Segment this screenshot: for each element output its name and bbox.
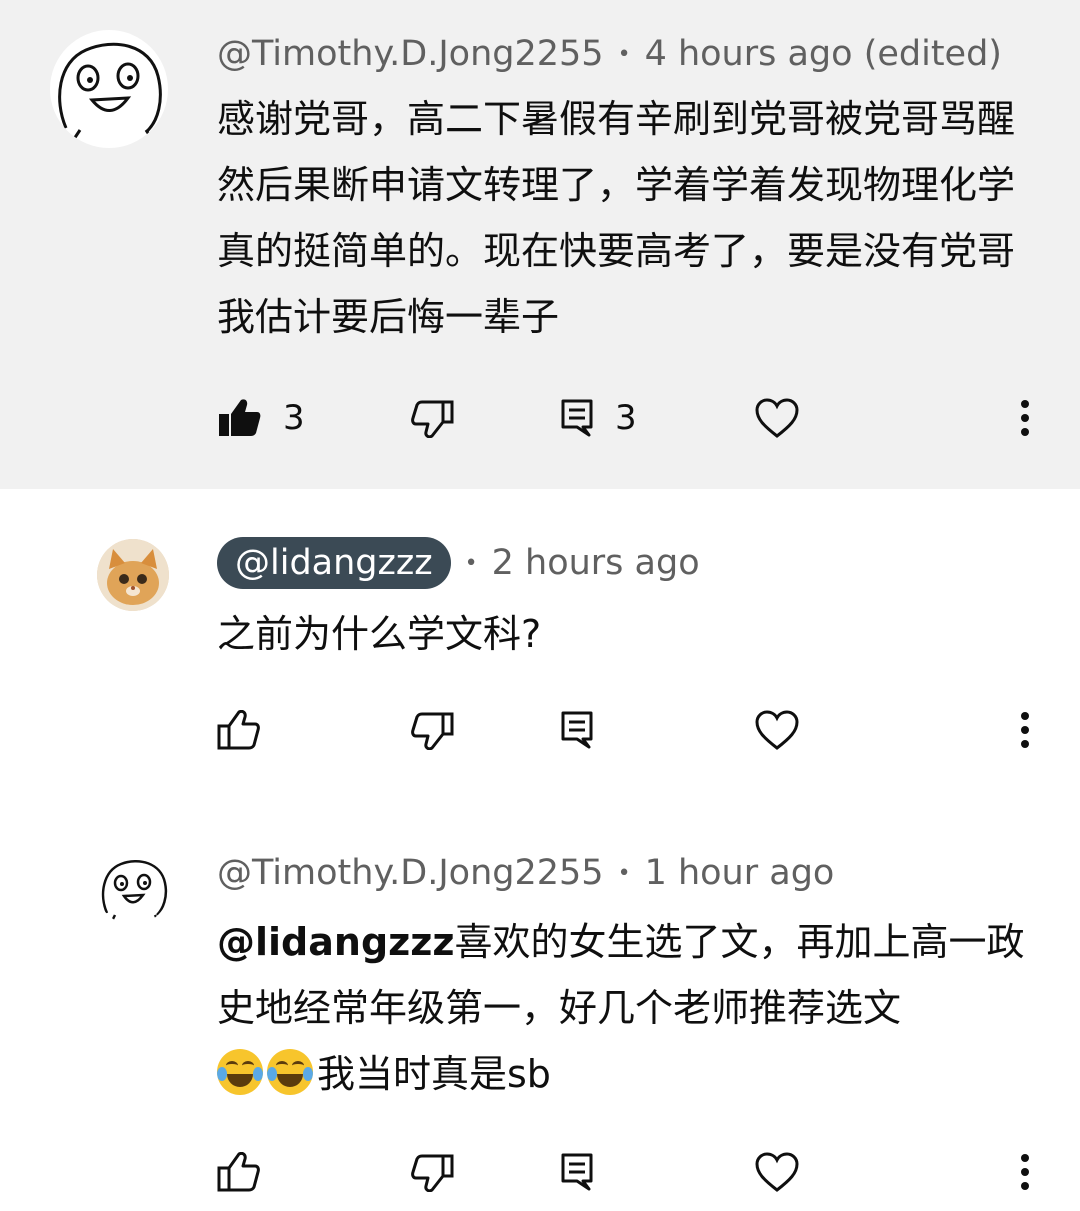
comment-time: 1 hour ago: [644, 853, 835, 893]
dislike-button[interactable]: [410, 388, 454, 448]
separator-dot: •: [464, 550, 478, 576]
more-options-button[interactable]: [1018, 1142, 1032, 1202]
more-vertical-icon: [1021, 1154, 1029, 1190]
comment-meta: @Timothy.D.Jong2255 • 4 hours ago (edite…: [217, 34, 1002, 74]
dislike-button[interactable]: [410, 1142, 454, 1202]
more-options-button[interactable]: [1018, 388, 1032, 448]
comment-text-tail: 我当时真是sb: [317, 1052, 551, 1096]
like-button[interactable]: 3: [217, 388, 305, 448]
thumbs-down-icon: [411, 400, 454, 438]
avatar[interactable]: [97, 539, 169, 611]
reply-button[interactable]: [561, 700, 593, 760]
more-vertical-icon: [1021, 712, 1029, 748]
like-button[interactable]: [217, 700, 261, 760]
creator-author-chip[interactable]: @lidangzzz: [217, 537, 451, 589]
comment-text: 感谢党哥，高二下暑假有辛刷到党哥被党哥骂醒然后果断申请文转理了，学着学着发现物理…: [217, 97, 1016, 339]
reply-count: 3: [615, 398, 637, 438]
comment-time: 2 hours ago: [491, 543, 700, 583]
comment: @lidangzzz • 2 hours ago 之前为什么学文科?: [0, 489, 1080, 809]
heart-icon: [755, 1152, 799, 1192]
comment-actions: [0, 1142, 1080, 1202]
doodle-face-icon: [58, 42, 162, 143]
face-with-tears-of-joy-icon: [267, 1049, 313, 1095]
reply-icon: [561, 1153, 593, 1191]
mention-link[interactable]: @lidangzzz: [217, 920, 455, 964]
reply-button[interactable]: 3: [561, 388, 637, 448]
comment-highlighted: @Timothy.D.Jong2255 • 4 hours ago (edite…: [0, 0, 1080, 489]
reply-icon: [561, 399, 593, 437]
heart-button[interactable]: [754, 1142, 800, 1202]
comment: @Timothy.D.Jong2255 • 1 hour ago @lidang…: [0, 809, 1080, 1211]
thumbs-up-icon: [217, 1152, 260, 1192]
like-button[interactable]: [217, 1142, 261, 1202]
comment-meta: @Timothy.D.Jong2255 • 1 hour ago: [217, 853, 834, 893]
like-count: 3: [283, 398, 305, 438]
separator-dot: •: [617, 41, 631, 67]
avatar[interactable]: [50, 30, 168, 148]
comment-actions: 3 3: [0, 388, 1080, 448]
thumbs-up-icon: [219, 399, 261, 436]
comment-actions: [0, 700, 1080, 760]
comment-meta: @lidangzzz • 2 hours ago: [217, 537, 700, 589]
reply-button[interactable]: [561, 1142, 593, 1202]
heart-icon: [755, 710, 799, 750]
more-options-button[interactable]: [1018, 700, 1032, 760]
doodle-face-icon: [101, 859, 168, 924]
heart-button[interactable]: [754, 700, 800, 760]
avatar[interactable]: [97, 853, 169, 925]
heart-button[interactable]: [754, 388, 800, 448]
comment-time: 4 hours ago (edited): [644, 34, 1002, 74]
heart-icon: [755, 398, 799, 438]
thumbs-up-icon: [217, 710, 260, 750]
reply-icon: [561, 711, 593, 749]
comment-author[interactable]: @Timothy.D.Jong2255: [217, 853, 604, 893]
comment-text: 之前为什么学文科?: [217, 612, 542, 656]
thumbs-down-icon: [411, 712, 454, 750]
comment-author[interactable]: @Timothy.D.Jong2255: [217, 34, 604, 74]
more-vertical-icon: [1021, 400, 1029, 436]
cat-avatar-icon: [97, 539, 169, 611]
face-with-tears-of-joy-icon: [217, 1049, 263, 1095]
dislike-button[interactable]: [410, 700, 454, 760]
thumbs-down-icon: [411, 1154, 454, 1192]
separator-dot: •: [617, 860, 631, 886]
comment-text: @lidangzzz喜欢的女生选了文，再加上高一政史地经常年级第一，好几个老师推…: [217, 909, 1037, 1107]
